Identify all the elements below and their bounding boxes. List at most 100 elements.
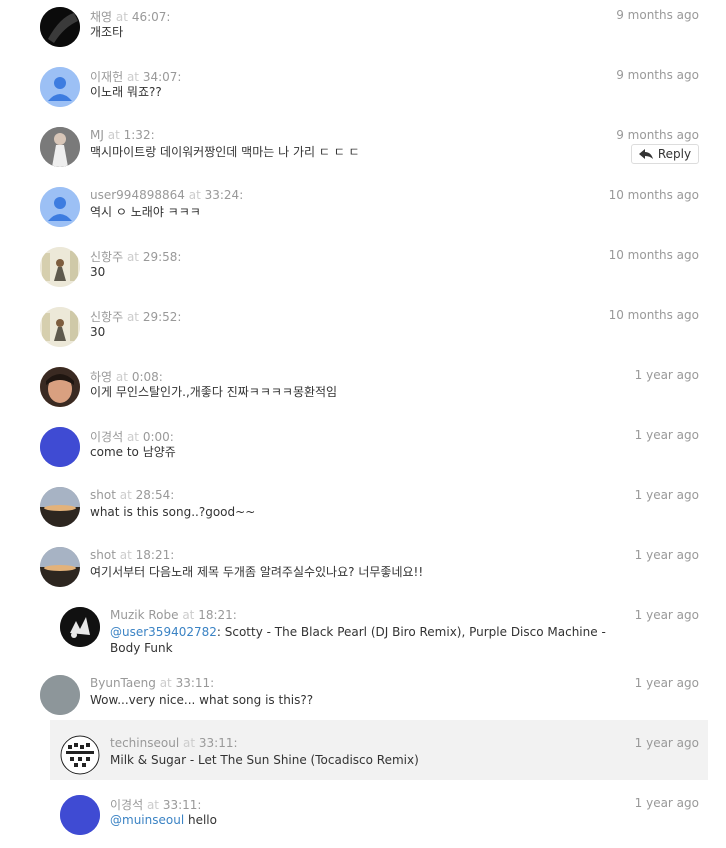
posted-ago: 10 months ago xyxy=(608,188,699,202)
comment: 채영 at 46:07: 개조타 9 months ago xyxy=(0,0,726,60)
timestamp[interactable]: 1:32: xyxy=(124,128,155,142)
comment-text: 이게 무인스탈인가.,개좋다 진짜ㅋㅋㅋㅋ몽환적임 xyxy=(90,385,338,399)
comment: 하영 at 0:08: 이게 무인스탈인가.,개좋다 진짜ㅋㅋㅋㅋ몽환적임 1 … xyxy=(0,360,726,420)
comment-meta: ByunTaeng at 33:11: xyxy=(90,676,215,690)
timestamp[interactable]: 33:11: xyxy=(199,736,238,750)
comment: 이재헌 at 34:07: 이노래 뭐죠?? 9 months ago xyxy=(0,60,726,120)
comment-text: @muinseoul hello xyxy=(110,813,217,827)
comment: user994898864 at 33:24: 역시 ㅇ 노래야 ㅋㅋㅋ 10 … xyxy=(0,180,726,240)
comment-meta: MJ at 1:32: xyxy=(90,128,155,142)
posted-ago: 1 year ago xyxy=(634,736,699,750)
timestamp[interactable]: 18:21: xyxy=(198,608,237,622)
username[interactable]: MJ xyxy=(90,128,104,142)
comment-meta: 이재헌 at 34:07: xyxy=(90,70,182,84)
username[interactable]: user994898864 xyxy=(90,188,185,202)
timestamp[interactable]: 33:11: xyxy=(176,676,215,690)
timestamp[interactable]: 46:07: xyxy=(132,10,171,24)
timestamp[interactable]: 0:00: xyxy=(143,430,174,444)
reply-arrow-icon xyxy=(638,149,653,159)
reply-label: Reply xyxy=(657,147,692,161)
posted-ago: 1 year ago xyxy=(634,608,699,622)
comment-text: 이노래 뭐죠?? xyxy=(90,85,162,99)
username[interactable]: 신항주 xyxy=(90,310,123,324)
comment: 신항주 at 29:58: 30 10 months ago xyxy=(0,240,726,300)
username[interactable]: 이재헌 xyxy=(90,70,123,84)
avatar[interactable] xyxy=(40,67,80,107)
reply-comment: 이경석 at 33:11: @muinseoul hello 1 year ag… xyxy=(40,788,726,848)
username[interactable]: 이경석 xyxy=(90,430,123,444)
username[interactable]: shot xyxy=(90,488,116,502)
avatar[interactable] xyxy=(60,795,100,835)
username[interactable]: shot xyxy=(90,548,116,562)
avatar[interactable] xyxy=(40,675,80,715)
comment-meta: 신항주 at 29:52: xyxy=(90,310,182,324)
avatar[interactable] xyxy=(60,735,100,775)
posted-ago: 1 year ago xyxy=(634,676,699,690)
user-mention-link[interactable]: @muinseoul xyxy=(110,813,184,827)
comment-text: 개조타 xyxy=(90,25,124,39)
timestamp[interactable]: 29:58: xyxy=(143,250,182,264)
reply-button[interactable]: Reply xyxy=(631,144,699,164)
posted-ago: 9 months ago xyxy=(616,8,699,22)
comment-meta: 이경석 at 0:00: xyxy=(90,430,174,444)
avatar[interactable] xyxy=(40,307,80,347)
username[interactable]: Muzik Robe xyxy=(110,608,179,622)
posted-ago: 10 months ago xyxy=(608,308,699,322)
comment-meta: user994898864 at 33:24: xyxy=(90,188,244,202)
avatar[interactable] xyxy=(40,487,80,527)
comment-text: @user359402782: Scotty - The Black Pearl… xyxy=(110,625,606,655)
comment-text: 여기서부터 다음노래 제목 두개좀 알려주실수있나요? 너무좋네요!! xyxy=(90,565,424,579)
highlight-background xyxy=(50,720,708,780)
posted-ago: 9 months ago xyxy=(616,68,699,82)
comment-meta: Muzik Robe at 18:21: xyxy=(110,608,237,622)
posted-ago: 9 months ago xyxy=(616,128,699,142)
timestamp[interactable]: 29:52: xyxy=(143,310,182,324)
posted-ago: 1 year ago xyxy=(634,428,699,442)
avatar[interactable] xyxy=(40,7,80,47)
comment-text: Wow...very nice... what song is this?? xyxy=(90,693,314,707)
user-mention-link[interactable]: @user359402782 xyxy=(110,625,217,639)
comment-meta: 신항주 at 29:58: xyxy=(90,250,182,264)
username[interactable]: ByunTaeng xyxy=(90,676,156,690)
timestamp[interactable]: 28:54: xyxy=(136,488,175,502)
timestamp[interactable]: 0:08: xyxy=(132,370,163,384)
comment-text: what is this song..?good~~ xyxy=(90,505,256,519)
reply-comment-highlighted: techinseoul at 33:11: Milk & Sugar - Let… xyxy=(40,720,726,788)
comment-meta: 채영 at 46:07: xyxy=(90,10,171,24)
timestamp[interactable]: 33:24: xyxy=(205,188,244,202)
avatar[interactable] xyxy=(40,367,80,407)
posted-ago: 10 months ago xyxy=(608,248,699,262)
comment-text: Milk & Sugar - Let The Sun Shine (Tocadi… xyxy=(110,753,419,767)
comment-text: come to 남양쥬 xyxy=(90,445,176,459)
avatar[interactable] xyxy=(60,607,100,647)
username[interactable]: 신항주 xyxy=(90,250,123,264)
comment: 이경석 at 0:00: come to 남양쥬 1 year ago xyxy=(0,420,726,480)
username[interactable]: 채영 xyxy=(90,10,112,24)
avatar[interactable] xyxy=(40,427,80,467)
username[interactable]: 이경석 xyxy=(110,798,143,812)
avatar[interactable] xyxy=(40,547,80,587)
timestamp[interactable]: 18:21: xyxy=(136,548,175,562)
comment: MJ at 1:32: 맥시마이트랑 데이워커짱인데 맥마는 나 가리 ㄷ ㄷ … xyxy=(0,120,726,180)
comment-text: 30 xyxy=(90,265,106,279)
comment: 신항주 at 29:52: 30 10 months ago xyxy=(0,300,726,360)
comment: shot at 18:21: 여기서부터 다음노래 제목 두개좀 알려주실수있나… xyxy=(0,540,726,600)
avatar[interactable] xyxy=(40,247,80,287)
comment-meta: shot at 28:54: xyxy=(90,488,175,502)
username[interactable]: techinseoul xyxy=(110,736,179,750)
posted-ago: 1 year ago xyxy=(634,368,699,382)
avatar[interactable] xyxy=(40,187,80,227)
posted-ago: 1 year ago xyxy=(634,796,699,810)
avatar[interactable] xyxy=(40,127,80,167)
comment-meta: shot at 18:21: xyxy=(90,548,175,562)
username[interactable]: 하영 xyxy=(90,370,112,384)
timestamp[interactable]: 34:07: xyxy=(143,70,182,84)
timestamp[interactable]: 33:11: xyxy=(163,798,202,812)
comment: shot at 28:54: what is this song..?good~… xyxy=(0,480,726,540)
reply-comment: Muzik Robe at 18:21: @user359402782: Sco… xyxy=(40,600,726,668)
posted-ago: 1 year ago xyxy=(634,548,699,562)
comment-meta: 이경석 at 33:11: xyxy=(110,798,202,812)
comment-text: 30 xyxy=(90,325,106,339)
comment-meta: 하영 at 0:08: xyxy=(90,370,163,384)
comment-text: 맥시마이트랑 데이워커짱인데 맥마는 나 가리 ㄷ ㄷ ㄷ xyxy=(90,145,360,159)
